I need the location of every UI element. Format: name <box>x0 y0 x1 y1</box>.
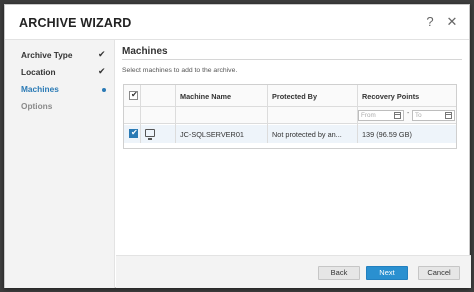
archive-wizard-dialog: ARCHIVE WIZARD ? ✕ Archive Type ✔ Locati… <box>4 4 471 288</box>
close-icon[interactable]: ✕ <box>445 14 459 30</box>
cancel-button[interactable]: Cancel <box>418 266 460 280</box>
column-divider <box>357 85 358 143</box>
checkmark-icon: ✔ <box>98 49 106 59</box>
column-divider <box>267 85 268 143</box>
step-machines[interactable]: Machines <box>5 83 115 99</box>
checkmark-icon: ✔ <box>131 90 138 99</box>
instructions-text: Select machines to add to the archive. <box>122 67 238 74</box>
step-label: Machines <box>21 84 59 94</box>
table-row[interactable]: ✔ JC-SQLSERVER01 Not protected by an... … <box>124 125 456 143</box>
column-header-recovery-points[interactable]: Recovery Points <box>362 92 419 101</box>
to-placeholder: To <box>415 112 422 119</box>
dialog-title: ARCHIVE WIZARD <box>19 16 132 30</box>
back-button[interactable]: Back <box>318 266 360 280</box>
range-separator: - <box>407 110 410 117</box>
grid-header-row: ✔ Machine Name Protected By Recovery Poi… <box>124 85 456 107</box>
next-button[interactable]: Next <box>366 266 408 280</box>
recovery-points-cell: 139 (96.59 GB) <box>362 130 412 139</box>
column-divider <box>175 85 176 143</box>
step-location[interactable]: Location ✔ <box>5 66 115 82</box>
monitor-icon <box>145 129 155 140</box>
machines-grid: ✔ Machine Name Protected By Recovery Poi… <box>123 84 457 149</box>
current-step-dot-icon <box>102 88 106 92</box>
protected-by-cell: Not protected by an... <box>272 130 342 139</box>
select-all-checkbox[interactable]: ✔ <box>129 90 138 100</box>
wizard-footer: Back Next Cancel <box>116 255 471 288</box>
step-label: Location <box>21 67 56 77</box>
wizard-steps-sidebar: Archive Type ✔ Location ✔ Machines Optio… <box>5 40 115 288</box>
recovery-points-from-filter[interactable]: From <box>358 110 404 121</box>
section-divider <box>122 59 462 60</box>
column-divider <box>140 85 141 143</box>
from-placeholder: From <box>361 112 376 119</box>
row-select-checkbox[interactable]: ✔ <box>129 128 138 138</box>
step-archive-type[interactable]: Archive Type ✔ <box>5 49 115 65</box>
machine-name-cell: JC-SQLSERVER01 <box>180 130 244 139</box>
section-title: Machines <box>122 46 168 57</box>
recovery-points-to-filter[interactable]: To <box>412 110 455 121</box>
calendar-icon[interactable] <box>445 112 452 119</box>
step-label: Options <box>21 101 53 111</box>
step-label: Archive Type <box>21 50 73 60</box>
column-header-machine-name[interactable]: Machine Name <box>180 92 231 101</box>
step-options[interactable]: Options <box>5 100 115 116</box>
checkmark-icon: ✔ <box>98 66 106 76</box>
help-icon[interactable]: ? <box>423 14 437 30</box>
grid-filter-row: From - To <box>124 107 456 124</box>
column-header-protected-by[interactable]: Protected By <box>272 92 317 101</box>
checkmark-icon: ✔ <box>131 128 138 137</box>
main-content: Machines Select machines to add to the a… <box>116 40 471 255</box>
calendar-icon[interactable] <box>394 112 401 119</box>
title-bar: ARCHIVE WIZARD ? ✕ <box>5 5 469 39</box>
